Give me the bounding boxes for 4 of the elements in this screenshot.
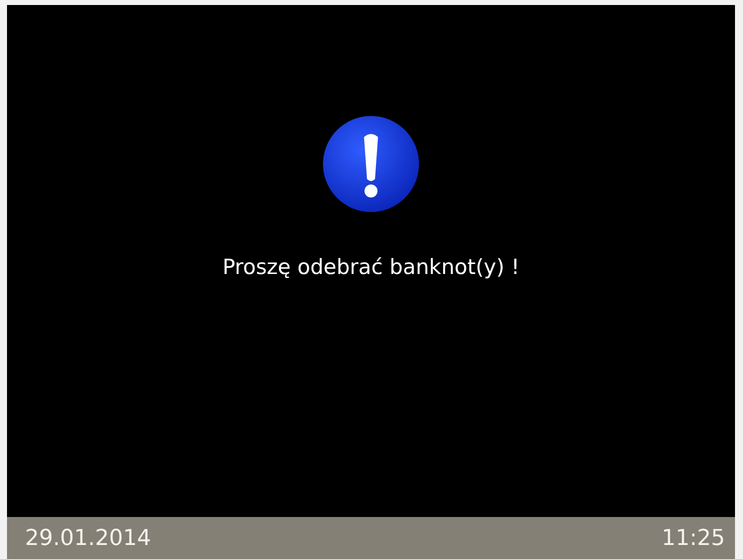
- time-text: 11:25: [662, 526, 725, 550]
- date-text: 29.01.2014: [25, 526, 151, 550]
- exclamation-icon: [322, 115, 420, 213]
- message-text: Proszę odebrać banknot(y) !: [222, 255, 520, 279]
